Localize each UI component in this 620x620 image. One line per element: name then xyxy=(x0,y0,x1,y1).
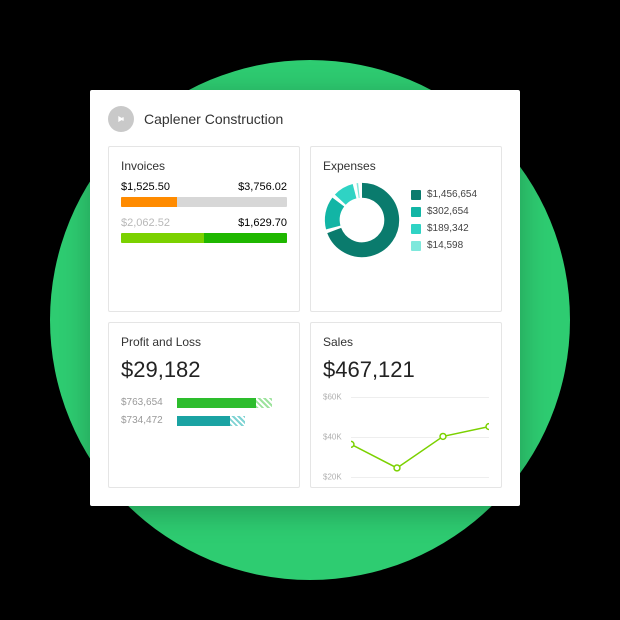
company-avatar[interactable] xyxy=(108,106,134,132)
legend-label: $1,456,654 xyxy=(427,189,477,200)
expenses-title: Expenses xyxy=(323,159,489,173)
profit-loss-total: $29,182 xyxy=(121,357,287,383)
invoices-top-values: $1,525.50 $3,756.02 xyxy=(121,181,287,193)
profit-loss-bar xyxy=(177,398,287,408)
profit-loss-title: Profit and Loss xyxy=(121,335,287,349)
sales-gridline xyxy=(351,477,489,478)
profit-loss-row: $734,472 xyxy=(121,415,287,426)
sales-line-chart: $60K$40K$20K xyxy=(323,397,489,477)
expenses-legend: $1,456,654 $302,654 $189,342 $14,598 xyxy=(411,189,477,251)
legend-swatch-icon xyxy=(411,241,421,251)
avatar-icon xyxy=(114,112,128,126)
profit-loss-row-label: $734,472 xyxy=(121,415,169,426)
expenses-tile[interactable]: Expenses $1,456,654 $302,654 $189,342 $14,5… xyxy=(310,146,502,312)
invoices-bottom-right: $1,629.70 xyxy=(238,217,287,229)
profit-loss-row: $763,654 xyxy=(121,397,287,408)
sales-tile[interactable]: Sales $467,121 $60K$40K$20K xyxy=(310,322,502,488)
profit-loss-bar-solid xyxy=(177,416,230,426)
invoices-bottom-values: $2,062.52 $1,629.70 xyxy=(121,217,287,229)
invoices-title: Invoices xyxy=(121,159,287,173)
expenses-donut-chart xyxy=(323,181,401,259)
invoices-top-bar-fill xyxy=(121,197,177,207)
legend-label: $189,342 xyxy=(427,223,469,234)
legend-swatch-icon xyxy=(411,190,421,200)
expenses-legend-item: $1,456,654 xyxy=(411,189,477,200)
invoices-tile[interactable]: Invoices $1,525.50 $3,756.02 $2,062.52 $… xyxy=(108,146,300,312)
company-name: Caplener Construction xyxy=(144,111,283,127)
legend-swatch-icon xyxy=(411,224,421,234)
profit-loss-bar-hatch xyxy=(256,398,271,408)
sales-total: $467,121 xyxy=(323,357,489,383)
profit-loss-bar-hatch xyxy=(230,416,245,426)
legend-swatch-icon xyxy=(411,207,421,217)
invoices-bottom-bar-right xyxy=(204,233,287,243)
invoices-top-bar xyxy=(121,197,287,207)
invoices-bottom-bar-left xyxy=(121,233,204,243)
tiles-grid: Invoices $1,525.50 $3,756.02 $2,062.52 $… xyxy=(108,146,502,488)
legend-label: $14,598 xyxy=(427,240,463,251)
dashboard-header: Caplener Construction xyxy=(108,106,502,132)
legend-label: $302,654 xyxy=(427,206,469,217)
sales-y-tick: $60K xyxy=(323,393,342,402)
expenses-legend-item: $14,598 xyxy=(411,240,477,251)
sales-title: Sales xyxy=(323,335,489,349)
sales-y-tick: $40K xyxy=(323,433,342,442)
profit-loss-bar-solid xyxy=(177,398,256,408)
dashboard-card: Caplener Construction Invoices $1,525.50… xyxy=(90,90,520,506)
expenses-legend-item: $189,342 xyxy=(411,223,477,234)
invoices-top-left: $1,525.50 xyxy=(121,181,170,193)
profit-loss-row-label: $763,654 xyxy=(121,397,169,408)
profit-loss-tile[interactable]: Profit and Loss $29,182 $763,654 $734,47… xyxy=(108,322,300,488)
invoices-top-right: $3,756.02 xyxy=(238,181,287,193)
expenses-legend-item: $302,654 xyxy=(411,206,477,217)
profit-loss-bar xyxy=(177,416,287,426)
sales-line-svg xyxy=(351,397,489,476)
profit-loss-rows: $763,654 $734,472 xyxy=(121,397,287,426)
invoices-bottom-left: $2,062.52 xyxy=(121,217,170,229)
sales-y-tick: $20K xyxy=(323,473,342,482)
invoices-bottom-bar xyxy=(121,233,287,243)
